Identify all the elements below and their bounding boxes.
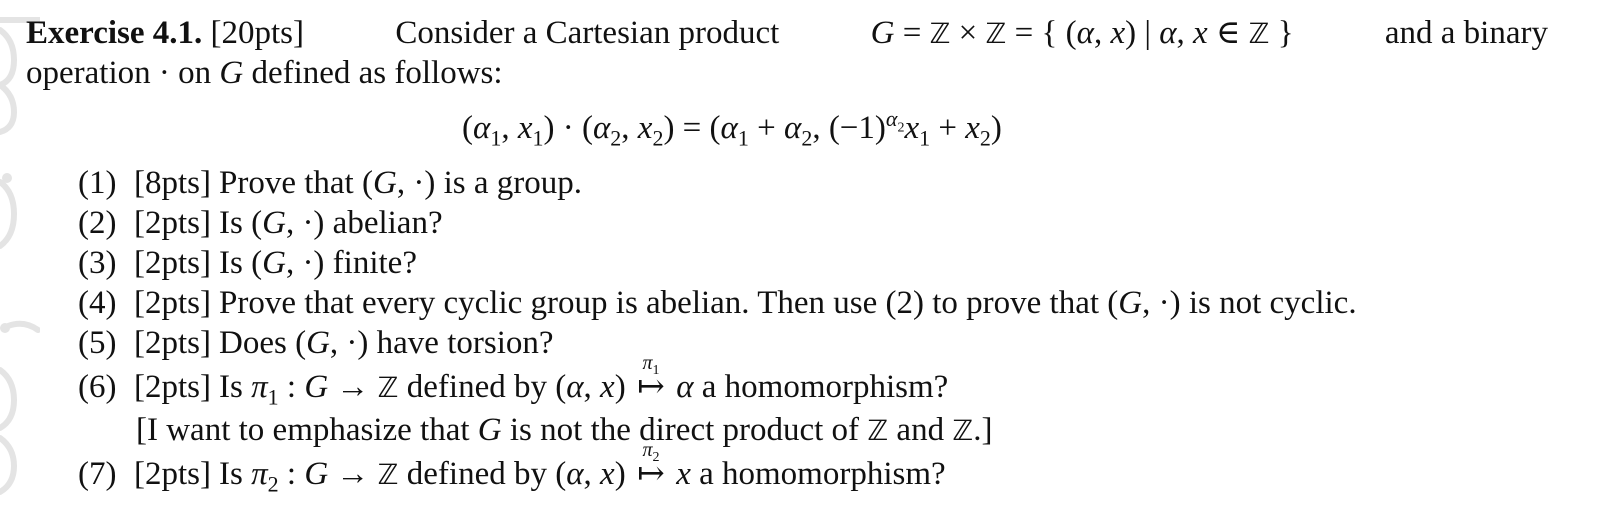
list-item: (4) [2pts] Prove that every cyclic group i… bbox=[78, 285, 1357, 321]
list-item: (1) [8pts] Prove that (G, ·) is a group. bbox=[78, 165, 582, 201]
set-definition: G = ℤ × ℤ = { (α, x) | α, x ∈ ℤ } bbox=[870, 15, 1294, 51]
item-number: (3) bbox=[78, 245, 117, 281]
item-text: finite? bbox=[332, 245, 417, 281]
item-number: (4) bbox=[78, 285, 117, 321]
watermark-dot bbox=[0, 323, 10, 333]
operation-text: operation · on bbox=[26, 55, 212, 91]
item-text: defined by bbox=[406, 369, 547, 405]
item-text: Prove that bbox=[219, 165, 354, 201]
mapsto-arrow-icon: π1 ↦ bbox=[637, 352, 665, 405]
exercise-intro-line2: operation · on G defined as follows: bbox=[26, 53, 503, 93]
item-text: is not cyclic. bbox=[1188, 285, 1357, 321]
item-points: [2pts] bbox=[134, 369, 211, 405]
item-points: [2pts] bbox=[134, 245, 211, 281]
item-text: a homomorphism? bbox=[699, 456, 946, 492]
item-text: have torsion? bbox=[376, 325, 554, 361]
item-number: (6) bbox=[78, 369, 117, 405]
item-note: [I want to emphasize that G is not the d… bbox=[136, 412, 993, 448]
watermark-dot bbox=[2, 173, 12, 183]
exercise-label: Exercise 4.1. bbox=[26, 15, 203, 51]
note-text: and bbox=[896, 412, 945, 448]
item-text: a homomorphism? bbox=[701, 369, 949, 405]
item-text: is a group. bbox=[443, 165, 582, 201]
item-text: abelian? bbox=[332, 205, 443, 241]
list-item: (2) [2pts] Is (G, ·) abelian? bbox=[78, 205, 443, 241]
exercise-label-group: Exercise 4.1. [20pts] bbox=[26, 13, 304, 54]
item-points: [2pts] bbox=[134, 205, 211, 241]
item-number: (5) bbox=[78, 325, 117, 361]
item-number: (2) bbox=[78, 205, 117, 241]
note-text: .] bbox=[973, 412, 993, 448]
list-item: (6) [2pts] Is π1 : G → ℤ defined by (α, x)… bbox=[78, 352, 949, 410]
item-points: [2pts] bbox=[134, 325, 211, 361]
note-text: is not the direct product of bbox=[509, 412, 860, 448]
item-text: Does bbox=[219, 325, 287, 361]
list-item: (5) [2pts] Does (G, ·) have torsion? bbox=[78, 325, 554, 361]
note-text: [I want to emphasize that bbox=[136, 412, 470, 448]
item-text: Is bbox=[219, 205, 243, 241]
item-points: [2pts] bbox=[134, 285, 211, 321]
intro-tail: and a binary bbox=[1384, 15, 1548, 51]
item-points: [8pts] bbox=[134, 165, 211, 201]
exercise-header-line: Exercise 4.1. [20pts] Consider a Cartesi… bbox=[26, 13, 1548, 54]
item-text: Is bbox=[219, 369, 243, 405]
exercise-points: [20pts] bbox=[210, 15, 305, 51]
operation-formula: (α1, x1) · (α2, x2) = (α1 + α2, (−1)α2x1… bbox=[462, 106, 1002, 151]
group-symbol: G bbox=[219, 55, 244, 91]
item-number: (7) bbox=[78, 456, 117, 492]
mapsto-arrow-icon: π2 ↦ bbox=[637, 439, 665, 492]
item-text: Is bbox=[219, 456, 243, 492]
item-points: [2pts] bbox=[134, 456, 211, 492]
item-number: (1) bbox=[78, 165, 117, 201]
intro-text: Consider a Cartesian product bbox=[395, 15, 780, 51]
item-text: Prove that every cyclic group is abelian… bbox=[219, 285, 1100, 321]
list-item: (3) [2pts] Is (G, ·) finite? bbox=[78, 245, 417, 281]
defined-as-follows-text: defined as follows: bbox=[251, 55, 503, 91]
item-text: Is bbox=[219, 245, 243, 281]
list-item: (7) [2pts] Is π2 : G → ℤ defined by (α, x)… bbox=[78, 439, 946, 497]
item-text: defined by bbox=[406, 456, 547, 492]
